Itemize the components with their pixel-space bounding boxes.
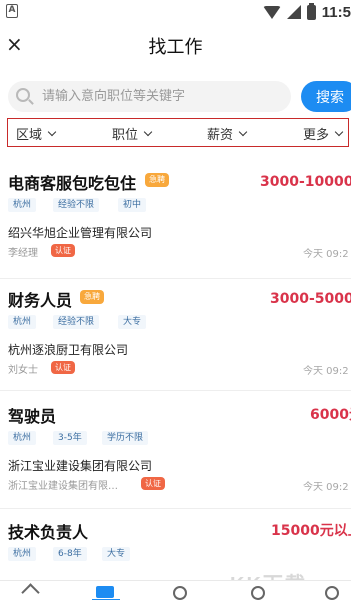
job-tag: 杭州 [8,547,37,561]
urgent-badge: 急聘 [80,290,104,304]
message-icon[interactable] [251,586,265,600]
wifi-icon [262,5,281,19]
job-salary: 3000-10000元 [260,174,351,190]
chevron-down-icon [238,127,248,136]
urgent-badge: 急聘 [145,173,169,187]
verified-badge: 认证 [51,244,75,257]
job-salary: 3000-5000元 [270,291,351,307]
post-date: 今天 09:2 [303,482,349,493]
filter-label: 职位 [112,128,139,143]
job-tag: 经验不限 [53,198,100,212]
job-card[interactable]: 驾驶员 6000元 杭州 3-5年 学历不限 浙江宝业建设集团有限公司 浙江宝业… [0,403,351,503]
page-title: 找工作 [148,37,203,58]
user-icon[interactable] [173,586,187,600]
contact-name: 李经理 [8,248,38,259]
filter-region[interactable]: 区域 [16,124,57,143]
post-date: 今天 09:2 [303,366,349,377]
chevron-down-icon [143,127,153,136]
header: × 找工作 [0,24,351,66]
job-salary: 6000元 [310,407,351,423]
job-title: 技术负责人 [8,523,89,542]
contact-name: 浙江宝业建设集团有限… [8,481,118,492]
filter-label: 区域 [16,128,43,143]
job-tag: 大专 [102,547,131,561]
company-name: 杭州逐浪厨卫有限公司 [8,343,129,357]
notification-icon: A [6,4,18,18]
job-tag: 经验不限 [53,315,100,329]
post-date: 今天 09:2 [303,249,349,260]
verified-badge: 认证 [51,361,75,374]
chevron-down-icon [334,127,344,136]
job-card[interactable]: 财务人员 急聘 3000-5000元 杭州 经验不限 大专 杭州逐浪厨卫有限公司… [0,287,351,387]
search-box[interactable] [8,81,291,112]
search-icon [16,88,30,102]
job-tag: 学历不限 [102,431,149,445]
search-input[interactable] [42,81,282,112]
company-name: 绍兴华旭企业管理有限公司 [8,226,153,240]
signal-icon [286,5,301,19]
verified-badge: 认证 [141,477,165,490]
briefcase-icon[interactable] [96,586,114,598]
divider [0,278,351,279]
job-card[interactable]: 电商客服包吃包住 急聘 3000-10000元 杭州 经验不限 初中 绍兴华旭企… [0,170,351,270]
home-icon[interactable] [21,583,40,600]
contact-name: 刘女士 [8,365,38,376]
company-name: 浙江宝业建设集团有限公司 [8,459,153,473]
status-time: 11:5 [321,3,351,21]
filter-label: 更多 [303,128,330,143]
search-button[interactable]: 搜索 [301,81,351,112]
job-salary: 15000元以上 [271,523,351,539]
divider [0,390,351,391]
job-title: 驾驶员 [8,407,57,426]
job-tag: 大专 [118,315,147,329]
divider [0,508,351,509]
status-bar: A 11:5 [0,0,351,24]
job-tag: 杭州 [8,431,37,445]
job-title: 财务人员 [8,291,73,310]
job-tag: 杭州 [8,198,37,212]
filter-label: 薪资 [207,128,234,143]
bottom-nav [0,580,351,600]
filter-more[interactable]: 更多 [303,124,344,143]
job-tag: 杭州 [8,315,37,329]
filter-salary[interactable]: 薪资 [207,124,248,143]
battery-icon [306,2,316,20]
chevron-down-icon [47,127,57,136]
status-icons: 11:5 [262,2,351,21]
filter-bar: 区域 职位 薪资 更多 [7,118,349,147]
gear-icon[interactable] [325,586,339,600]
job-tag: 初中 [118,198,147,212]
job-tag: 6-8年 [53,547,87,561]
filter-position[interactable]: 职位 [112,124,153,143]
job-tag: 3-5年 [53,431,87,445]
job-title: 电商客服包吃包住 [8,174,137,193]
